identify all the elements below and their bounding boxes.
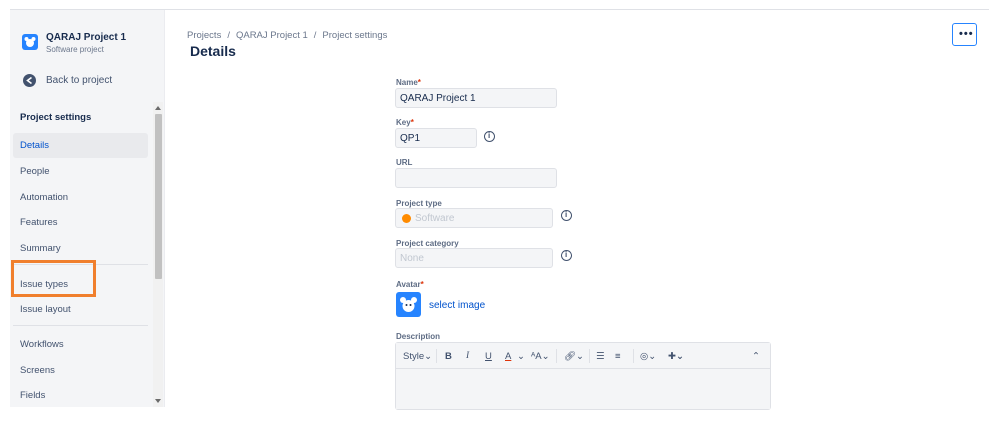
breadcrumb-projects[interactable]: Projects <box>187 30 221 41</box>
more-formatting-button[interactable]: ᴬA⌄ <box>531 351 550 362</box>
scroll-down-arrow-icon[interactable] <box>155 399 161 403</box>
info-icon[interactable] <box>561 210 572 221</box>
sidebar-item-workflows[interactable]: Workflows <box>13 332 148 357</box>
sidebar-item-features[interactable]: Features <box>13 210 148 235</box>
info-icon[interactable] <box>561 250 572 261</box>
bold-button[interactable]: B <box>445 351 452 362</box>
text-color-chevron-icon[interactable]: ⌄ <box>517 351 525 362</box>
avatar-label: Avatar* <box>396 280 424 289</box>
sidebar-item-label: Fields <box>20 390 46 401</box>
sidebar-item-label: Workflows <box>20 339 64 350</box>
sidebar: QARAJ Project 1 Software project Back to… <box>10 10 165 407</box>
info-icon[interactable] <box>484 131 495 142</box>
sidebar-item-label: Issue layout <box>20 304 71 315</box>
sidebar-item-label: Details <box>20 140 50 151</box>
project-type-field: Software <box>395 208 553 228</box>
project-name: QARAJ Project 1 <box>46 32 127 43</box>
name-label: Name* <box>396 78 421 87</box>
project-header[interactable]: QARAJ Project 1 Software project <box>10 10 165 70</box>
sidebar-item-summary[interactable]: Summary <box>13 236 148 261</box>
sidebar-item-details[interactable]: Details <box>13 133 148 158</box>
numbered-list-icon[interactable]: ≡ <box>615 351 621 362</box>
toolbar-divider <box>436 349 437 363</box>
toolbar-divider <box>633 349 634 363</box>
name-field[interactable]: QARAJ Project 1 <box>395 88 557 108</box>
select-image-link[interactable]: select image <box>429 300 485 311</box>
italic-button[interactable]: I <box>466 351 469 361</box>
more-icon: ••• <box>959 28 974 40</box>
url-label: URL <box>396 158 413 167</box>
key-field[interactable]: QP1 <box>395 128 477 148</box>
toolbar-divider <box>556 349 557 363</box>
project-category-label: Project category <box>396 239 459 248</box>
description-label: Description <box>396 332 441 341</box>
nav-section-title: Project settings <box>20 112 92 123</box>
underline-button[interactable]: U <box>485 351 492 362</box>
more-actions-button[interactable]: ••• <box>952 23 977 46</box>
sidebar-item-label: Automation <box>20 192 69 203</box>
sidebar-item-issue-layout[interactable]: Issue layout <box>13 297 148 322</box>
page-title: Details <box>190 43 236 59</box>
sidebar-scrollbar[interactable] <box>153 102 163 407</box>
scrollbar-thumb[interactable] <box>155 114 162 279</box>
nav-divider <box>13 325 148 326</box>
back-to-project-link[interactable]: Back to project <box>10 70 165 92</box>
project-category-select[interactable]: None <box>395 248 553 268</box>
breadcrumb-project-settings[interactable]: Project settings <box>322 30 387 41</box>
highlight-box <box>11 260 96 297</box>
editor-toolbar: Style⌄ B I U A ⌄ ᴬA⌄ 🔗︎⌄ ☰ ≡ ◎⌄ ✚⌄ ⌃ <box>396 343 770 369</box>
settings-nav: Project settings Details People Automati… <box>10 102 153 407</box>
sidebar-item-label: Summary <box>20 243 61 254</box>
sidebar-item-label: Screens <box>20 365 55 376</box>
url-field[interactable] <box>395 168 557 188</box>
link-icon[interactable]: 🔗︎⌄ <box>564 351 584 362</box>
breadcrumb: Projects / QARAJ Project 1/Project setting… <box>187 30 388 41</box>
app-frame: QARAJ Project 1 Software project Back to… <box>0 0 999 441</box>
key-label: Key* <box>396 118 414 127</box>
sidebar-item-label: Features <box>20 217 58 228</box>
bullet-list-icon[interactable]: ☰ <box>596 351 605 362</box>
sidebar-item-screens[interactable]: Screens <box>13 358 148 383</box>
sidebar-item-automation[interactable]: Automation <box>13 185 148 210</box>
toolbar-divider <box>589 349 590 363</box>
collapse-toolbar-icon[interactable]: ⌃ <box>752 351 760 362</box>
software-icon <box>402 214 411 223</box>
project-type-label: Software project <box>46 45 104 54</box>
sidebar-item-label: People <box>20 166 50 177</box>
mention-icon[interactable]: ◎⌄ <box>640 351 656 362</box>
scroll-up-arrow-icon[interactable] <box>155 106 161 110</box>
back-to-project-label: Back to project <box>46 75 113 86</box>
description-editor: Style⌄ B I U A ⌄ ᴬA⌄ 🔗︎⌄ ☰ ≡ ◎⌄ ✚⌄ ⌃ <box>395 342 771 410</box>
insert-plus-icon[interactable]: ✚⌄ <box>668 351 684 362</box>
style-dropdown[interactable]: Style⌄ <box>403 351 432 362</box>
avatar-icon[interactable] <box>396 292 421 317</box>
project-type-label: Project type <box>396 199 442 208</box>
description-input[interactable] <box>396 369 770 409</box>
breadcrumb-project[interactable]: QARAJ Project 1 <box>236 30 308 41</box>
text-color-button[interactable]: A <box>505 351 511 362</box>
sidebar-item-fields[interactable]: Fields <box>13 383 148 407</box>
back-arrow-icon <box>23 74 36 87</box>
sidebar-item-people[interactable]: People <box>13 159 148 184</box>
project-avatar-icon <box>22 34 38 50</box>
